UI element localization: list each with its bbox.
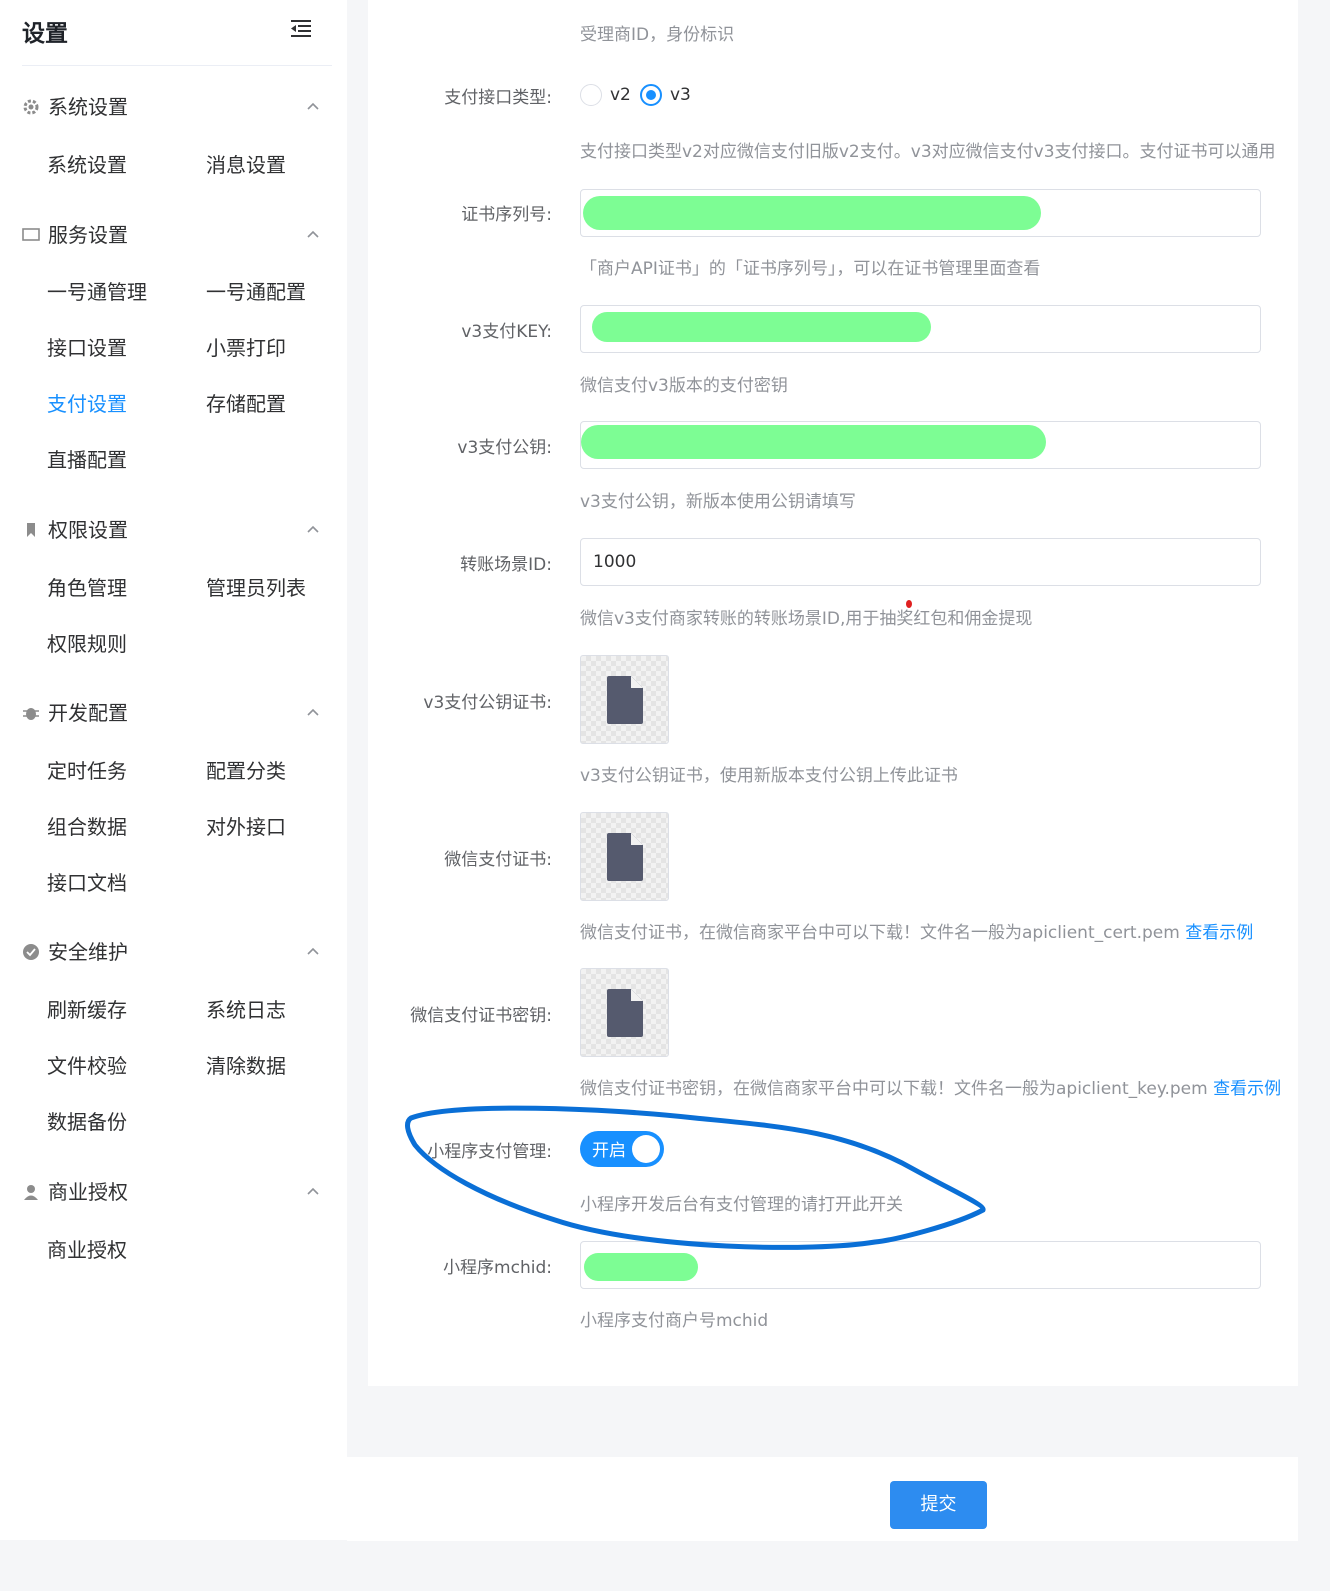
menu-group-label: 权限设置: [48, 518, 128, 542]
menu-group-label: 系统设置: [48, 95, 128, 119]
api-type-hint: 支付接口类型v2对应微信支付旧版v2支付。v3对应微信支付v3支付接口。支付证书…: [580, 142, 1276, 162]
redaction-mark: [592, 312, 931, 342]
gear-icon: [23, 99, 39, 115]
menu-group-label: 服务设置: [48, 223, 128, 247]
redaction-mark: [581, 425, 1046, 459]
menu-item-config-category[interactable]: 配置分类: [206, 756, 286, 786]
monitor-icon: [22, 228, 40, 241]
check-circle-icon: [23, 944, 39, 960]
chevron-up-icon: [307, 1187, 319, 1195]
menu-item-file-check[interactable]: 文件校验: [47, 1051, 127, 1081]
menu-item-message-settings[interactable]: 消息设置: [206, 150, 286, 180]
red-mark: [906, 600, 912, 608]
file-icon: [607, 676, 643, 724]
wx-cert-upload[interactable]: [580, 812, 669, 901]
v3-pubkey-hint: v3支付公钥，新版本使用公钥请填写: [580, 492, 856, 512]
menu-item-receipt-print[interactable]: 小票打印: [206, 333, 286, 363]
bookmark-icon: [27, 523, 35, 537]
v3-pubkey-cert-label: v3支付公钥证书:: [423, 693, 552, 713]
v3-key-hint: 微信支付v3版本的支付密钥: [580, 376, 788, 396]
radio-v2-label: v2: [610, 85, 631, 105]
menu-group-license[interactable]: 商业授权: [22, 1176, 332, 1208]
menu-item-live-config[interactable]: 直播配置: [47, 445, 127, 475]
menu-group-dev[interactable]: 开发配置: [22, 697, 332, 729]
menu-item-api-docs[interactable]: 接口文档: [47, 868, 127, 898]
menu-group-security[interactable]: 安全维护: [22, 936, 332, 968]
menu-item-clear-data[interactable]: 清除数据: [206, 1051, 286, 1081]
menu-item-payment-settings[interactable]: 支付设置: [47, 389, 127, 419]
menu-group-permission[interactable]: 权限设置: [22, 514, 332, 546]
api-type-label: 支付接口类型:: [444, 88, 552, 108]
menu-group-label: 安全维护: [48, 940, 128, 964]
radio-v3-label: v3: [670, 85, 691, 105]
menu-item-commercial-license[interactable]: 商业授权: [47, 1235, 127, 1265]
transfer-scene-input[interactable]: 1000: [580, 538, 1261, 586]
bug-icon: [23, 708, 39, 720]
menu-item-system-log[interactable]: 系统日志: [206, 995, 286, 1025]
menu-fold-icon[interactable]: [290, 18, 312, 38]
menu-item-yihaotong-manage[interactable]: 一号通管理: [47, 277, 147, 307]
v3-key-label: v3支付KEY:: [461, 322, 552, 342]
wx-cert-key-example-link[interactable]: 查看示例: [1213, 1079, 1281, 1099]
menu-item-refresh-cache[interactable]: 刷新缓存: [47, 995, 127, 1025]
sidebar: 设置 系统设置 系统设置 消息设置 服务设置 一号通管理 一号通配置 接口设置 …: [0, 0, 347, 1540]
wx-cert-key-upload[interactable]: [580, 968, 669, 1057]
file-icon: [607, 989, 643, 1037]
transfer-scene-hint: 微信v3支付商家转账的转账场景ID,用于抽奖红包和佣金提现: [580, 609, 1033, 629]
menu-item-external-api[interactable]: 对外接口: [206, 812, 286, 842]
sidebar-header: 设置: [22, 12, 332, 66]
wx-cert-label: 微信支付证书:: [444, 850, 552, 870]
menu-item-system-settings[interactable]: 系统设置: [47, 150, 127, 180]
menu-item-admin-list[interactable]: 管理员列表: [206, 573, 306, 603]
menu-group-system[interactable]: 系统设置: [22, 91, 332, 123]
wx-cert-key-hint: 微信支付证书密钥，在微信商家平台中可以下载！文件名一般为apiclient_ke…: [580, 1074, 1281, 1099]
wx-cert-example-link[interactable]: 查看示例: [1185, 923, 1253, 943]
v3-pubkey-label: v3支付公钥:: [457, 438, 552, 458]
radio-v2[interactable]: [580, 84, 602, 106]
chevron-up-icon: [307, 102, 319, 110]
menu-item-combined-data[interactable]: 组合数据: [47, 812, 127, 842]
v3-pubkey-cert-upload[interactable]: [580, 655, 669, 744]
v3-pubkey-cert-hint: v3支付公钥证书，使用新版本支付公钥上传此证书: [580, 766, 958, 786]
menu-item-yihaotong-config[interactable]: 一号通配置: [206, 277, 306, 307]
menu-item-role-manage[interactable]: 角色管理: [47, 573, 127, 603]
redaction-mark: [583, 196, 1041, 230]
user-badge-icon: [24, 1185, 38, 1200]
cert-serial-label: 证书序列号:: [461, 205, 552, 225]
chevron-up-icon: [307, 708, 319, 716]
submit-button[interactable]: 提交: [890, 1481, 987, 1529]
menu-item-data-backup[interactable]: 数据备份: [47, 1107, 127, 1137]
file-icon: [607, 833, 643, 881]
footer-bar: [347, 1457, 1298, 1541]
cert-serial-hint: 「商户API证书」的「证书序列号」，可以在证书管理里面查看: [580, 259, 1041, 279]
sidebar-title: 设置: [22, 21, 68, 47]
menu-group-label: 开发配置: [48, 701, 128, 725]
chevron-up-icon: [307, 525, 319, 533]
mini-mchid-hint: 小程序支付商户号mchid: [580, 1311, 769, 1331]
menu-item-permission-rules[interactable]: 权限规则: [47, 629, 127, 659]
annotation-ellipse: [405, 1105, 986, 1250]
menu-group-service[interactable]: 服务设置: [22, 219, 332, 251]
wx-cert-hint: 微信支付证书，在微信商家平台中可以下载！文件名一般为apiclient_cert…: [580, 918, 1253, 943]
menu-item-storage-config[interactable]: 存储配置: [206, 389, 286, 419]
radio-v3[interactable]: [640, 84, 662, 106]
wx-cert-key-label: 微信支付证书密钥:: [410, 1006, 552, 1026]
menu-group-label: 商业授权: [48, 1180, 128, 1204]
merchant-id-hint: 受理商ID，身份标识: [580, 25, 735, 45]
transfer-scene-label: 转账场景ID:: [460, 555, 552, 575]
wx-cert-key-hint-text: 微信支付证书密钥，在微信商家平台中可以下载！文件名一般为apiclient_ke…: [580, 1079, 1208, 1099]
menu-item-cron-tasks[interactable]: 定时任务: [47, 756, 127, 786]
wx-cert-hint-text: 微信支付证书，在微信商家平台中可以下载！文件名一般为apiclient_cert…: [580, 923, 1180, 943]
chevron-up-icon: [307, 230, 319, 238]
menu-item-api-settings[interactable]: 接口设置: [47, 333, 127, 363]
chevron-up-icon: [307, 947, 319, 955]
